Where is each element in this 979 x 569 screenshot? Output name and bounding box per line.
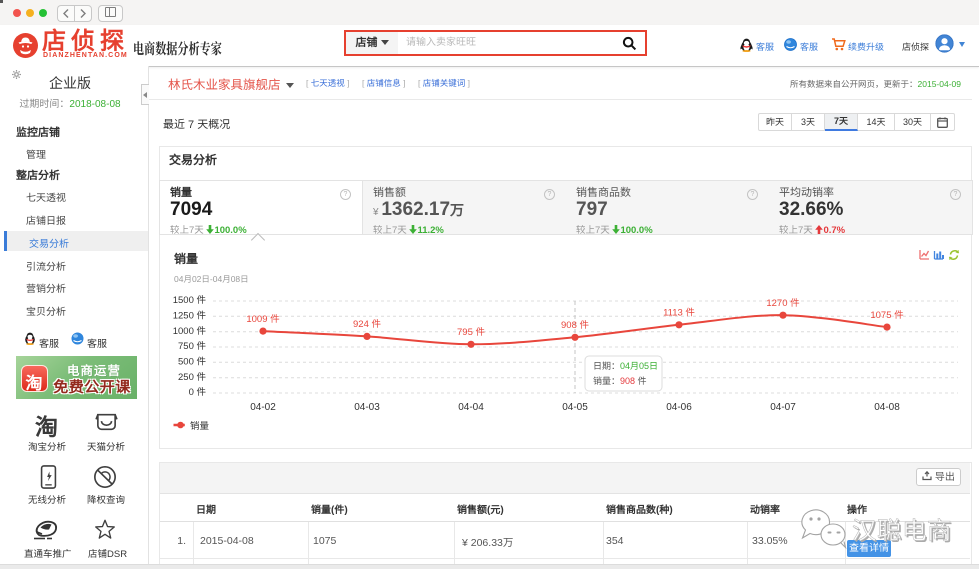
- svg-text:销量：908 件: 销量：908 件: [593, 376, 647, 386]
- svg-text:1000 件: 1000 件: [173, 326, 207, 337]
- svg-text:销量: 销量: [190, 421, 210, 432]
- svg-text:汉聪电商: 汉聪电商: [852, 518, 952, 545]
- svg-text:500 件: 500 件: [178, 357, 206, 368]
- svg-text:0 件: 0 件: [189, 387, 207, 398]
- svg-text:924 件: 924 件: [353, 319, 381, 330]
- svg-text:1075 件: 1075 件: [870, 310, 904, 321]
- svg-text:750 件: 750 件: [178, 341, 206, 352]
- svg-text:04-02: 04-02: [250, 402, 276, 413]
- svg-text:04-03: 04-03: [354, 402, 380, 413]
- svg-text:1250 件: 1250 件: [173, 311, 207, 322]
- svg-text:日期：04月05日: 日期：04月05日: [593, 361, 658, 371]
- svg-text:04-05: 04-05: [562, 402, 588, 413]
- svg-text:04-06: 04-06: [666, 402, 692, 413]
- svg-text:1009 件: 1009 件: [246, 314, 280, 325]
- svg-text:04-07: 04-07: [770, 402, 796, 413]
- svg-text:250 件: 250 件: [178, 372, 206, 383]
- svg-text:1113 件: 1113 件: [663, 308, 695, 319]
- svg-text:04-08: 04-08: [874, 402, 900, 413]
- svg-text:04-04: 04-04: [458, 402, 484, 413]
- svg-text:795 件: 795 件: [457, 327, 485, 338]
- svg-text:1270 件: 1270 件: [766, 298, 800, 309]
- svg-text:908 件: 908 件: [561, 320, 589, 331]
- svg-text:1500 件: 1500 件: [173, 295, 207, 306]
